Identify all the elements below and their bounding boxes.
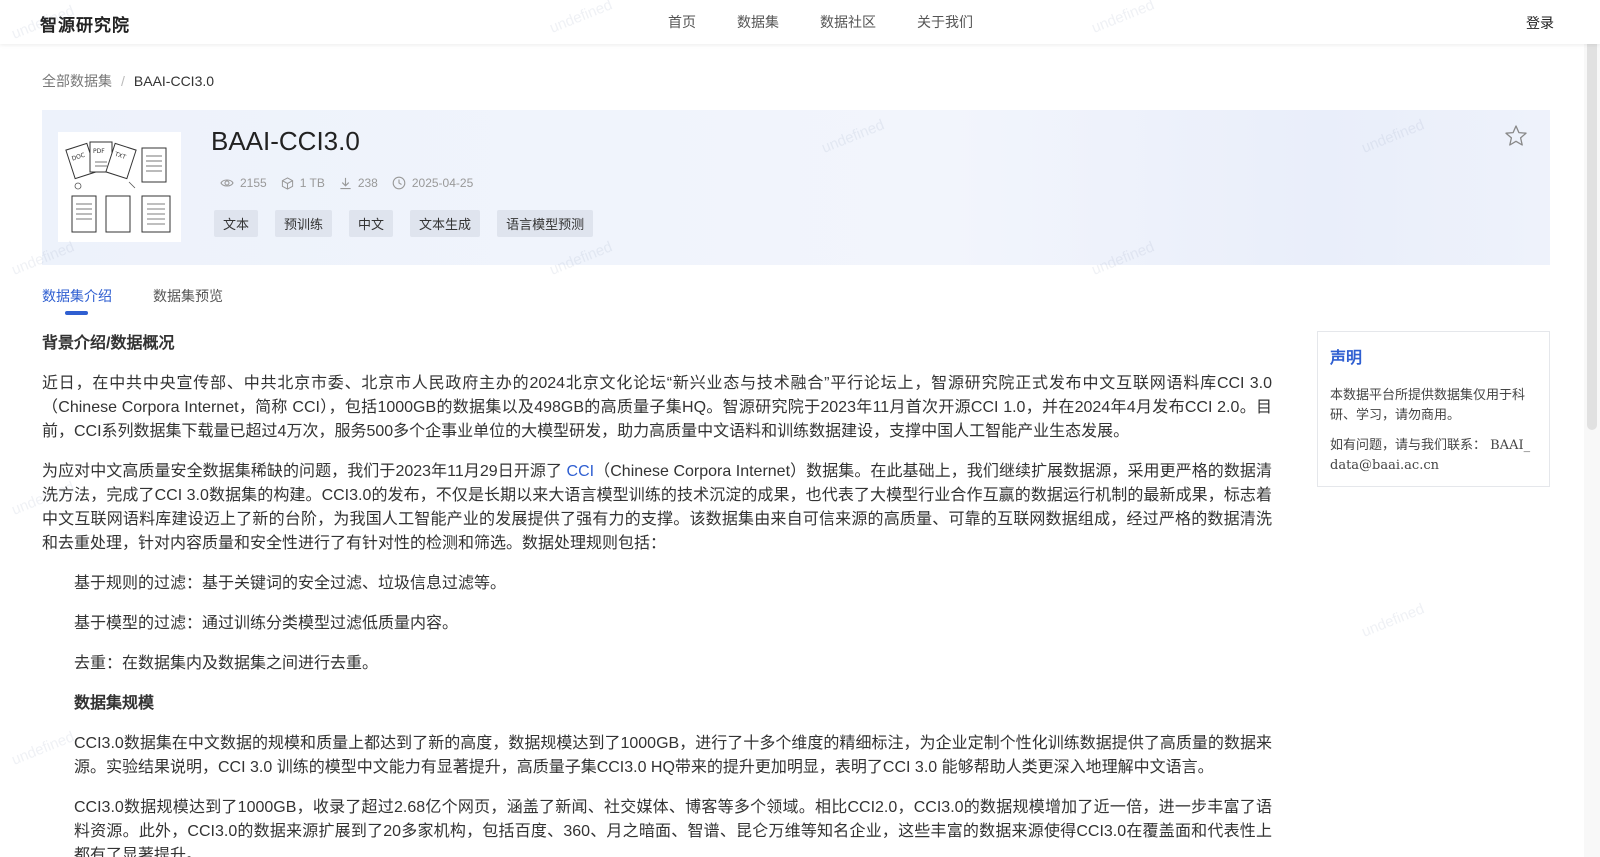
- watermark-text: undefined: [1359, 600, 1427, 641]
- top-header: 智源研究院 首页 数据集 数据社区 关于我们 登录: [0, 0, 1600, 44]
- date-value: 2025-04-25: [411, 176, 474, 190]
- cover-label-pdf: PDF: [93, 148, 105, 155]
- eye-icon: [220, 179, 234, 187]
- favorite-star-icon[interactable]: [1504, 124, 1528, 153]
- paragraph-text: 为应对中文高质量安全数据集稀缺的问题，我们于2023年11月29日开源了: [42, 463, 567, 480]
- tag[interactable]: 文本生成: [410, 210, 481, 237]
- section-heading-background: 背景介绍/数据概况: [42, 335, 175, 352]
- rule-item: 基于模型的过滤：通过训练分类模型过滤低质量内容。: [74, 615, 459, 632]
- stat-size: 1 TB: [281, 176, 325, 190]
- dataset-banner: DOC PDF TXT BAAI-CCI3.0 2155 1 TB 238 20…: [42, 110, 1550, 265]
- dataset-cover-image: DOC PDF TXT: [58, 132, 181, 242]
- stat-date: 2025-04-25: [392, 176, 473, 190]
- tag[interactable]: 文本: [214, 210, 259, 237]
- main-nav: 首页 数据集 数据社区 关于我们: [668, 0, 1014, 44]
- paragraph: CCI3.0数据集在中文数据的规模和质量上都达到了新的高度，数据规模达到了100…: [74, 735, 1272, 776]
- paragraph: 为应对中文高质量安全数据集稀缺的问题，我们于2023年11月29日开源了 CCI…: [42, 460, 1272, 556]
- download-icon: [340, 177, 351, 189]
- rule-item: 去重：在数据集内及数据集之间进行去重。: [74, 655, 379, 672]
- tag[interactable]: 语言模型预测: [497, 210, 594, 237]
- stat-downloads: 238: [339, 176, 378, 190]
- page-scrollbar[interactable]: [1584, 0, 1600, 857]
- dataset-title: BAAI-CCI3.0: [211, 126, 360, 156]
- nav-item-about[interactable]: 关于我们: [917, 12, 973, 32]
- size-value: 1 TB: [299, 176, 325, 190]
- cci-link[interactable]: CCI: [567, 463, 595, 480]
- cube-icon: [281, 176, 293, 190]
- clock-icon: [392, 176, 406, 190]
- contact-text: 如有问题，请与我们联系： BAAI_data@baai.ac.cn: [1330, 438, 1531, 473]
- disclaimer-text: 本数据平台所提供数据集仅用于科研、学习，请勿商用。: [1330, 388, 1526, 423]
- breadcrumb: 全部数据集 / BAAI-CCI3.0: [42, 71, 214, 91]
- tag[interactable]: 中文: [349, 210, 394, 237]
- dataset-description: 背景介绍/数据概况 近日，在中共中央宣传部、中共北京市委、北京市人民政府主办的2…: [42, 332, 1272, 857]
- content-tabs: 数据集介绍 数据集预览: [42, 286, 264, 306]
- nav-item-home[interactable]: 首页: [668, 12, 696, 32]
- nav-item-datasets[interactable]: 数据集: [737, 12, 779, 32]
- disclaimer-box: 声明 本数据平台所提供数据集仅用于科研、学习，请勿商用。 如有问题，请与我们联系…: [1317, 331, 1550, 487]
- nav-item-community[interactable]: 数据社区: [820, 12, 876, 32]
- site-logo[interactable]: 智源研究院: [40, 11, 130, 36]
- scrollbar-thumb[interactable]: [1587, 5, 1597, 430]
- breadcrumb-separator: /: [121, 73, 125, 89]
- dataset-stats: 2155 1 TB 238 2025-04-25: [220, 176, 487, 190]
- dataset-tags: 文本 预训练 中文 文本生成 语言模型预测: [214, 210, 610, 237]
- paragraph: CCI3.0数据规模达到了1000GB，收录了超过2.68亿个网页，涵盖了新闻、…: [74, 799, 1272, 857]
- disclaimer-title: 声明: [1330, 350, 1363, 367]
- views-count: 2155: [240, 176, 267, 190]
- section-heading-scale: 数据集规模: [74, 695, 155, 712]
- tab-preview[interactable]: 数据集预览: [153, 286, 223, 306]
- tag[interactable]: 预训练: [275, 210, 333, 237]
- active-tab-indicator: [65, 311, 88, 315]
- breadcrumb-all-datasets[interactable]: 全部数据集: [42, 71, 112, 91]
- stat-views: 2155: [220, 176, 267, 190]
- paragraph: 近日，在中共中央宣传部、中共北京市委、北京市人民政府主办的2024北京文化论坛“…: [42, 375, 1272, 440]
- downloads-count: 238: [357, 176, 378, 190]
- rule-item: 基于规则的过滤：基于关键词的安全过滤、垃圾信息过滤等。: [74, 575, 507, 592]
- login-link[interactable]: 登录: [1526, 13, 1554, 33]
- tab-intro[interactable]: 数据集介绍: [42, 286, 112, 306]
- breadcrumb-current: BAAI-CCI3.0: [133, 73, 215, 89]
